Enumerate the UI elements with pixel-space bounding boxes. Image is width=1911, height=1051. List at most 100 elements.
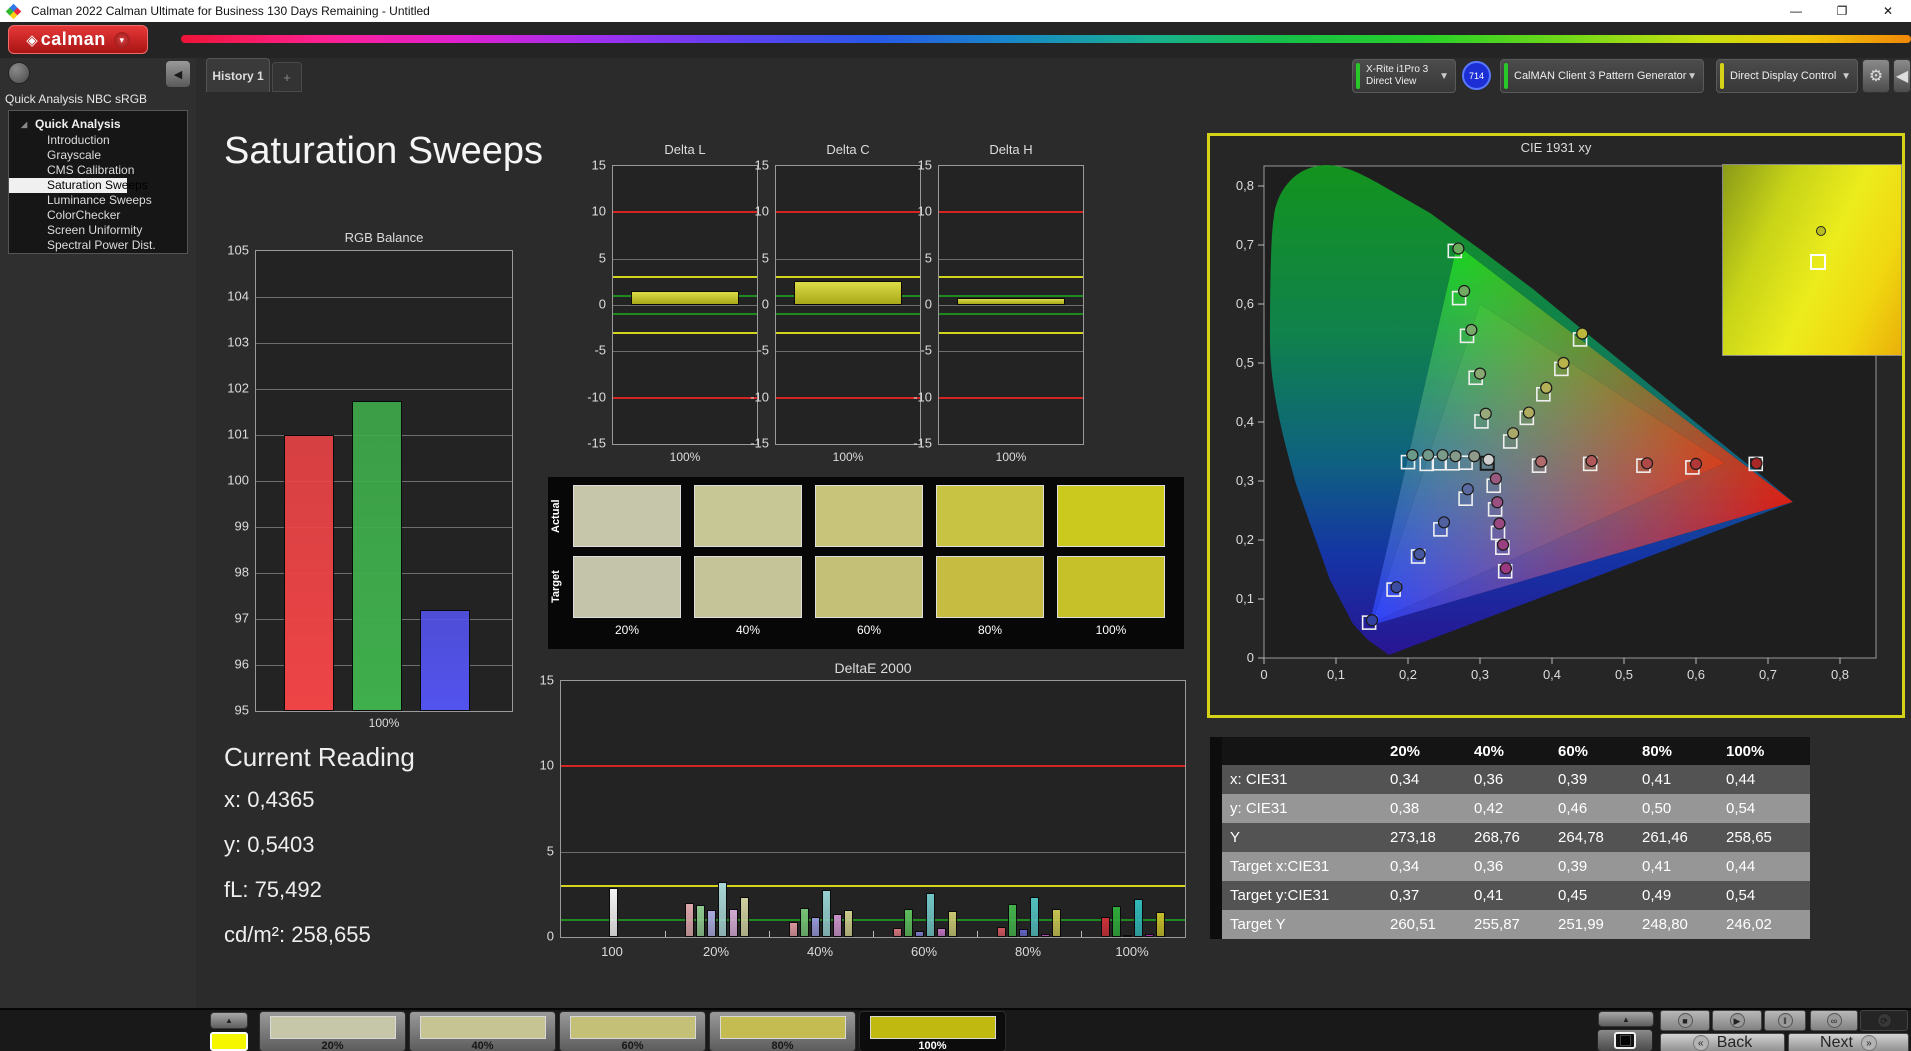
sidebar-item-introduction[interactable]: Introduction <box>9 133 187 148</box>
deltae-ytick: 5 <box>546 843 554 859</box>
table-row-label: Y <box>1230 829 1241 846</box>
pattern-button-40%[interactable]: 40% <box>409 1011 556 1051</box>
red-bar <box>284 435 334 711</box>
sidebar-item-cms-calibration[interactable]: CMS Calibration <box>9 163 187 178</box>
limit-line <box>939 331 1083 334</box>
table-cell: 255,87 <box>1474 916 1520 933</box>
pattern-label: 80% <box>771 1040 794 1051</box>
sidebar-item-screen-uniformity[interactable]: Screen Uniformity <box>9 223 187 238</box>
limit-line <box>939 294 1083 297</box>
sidebar-item-colorchecker[interactable]: ColorChecker <box>9 208 187 223</box>
pattern-button-100%[interactable]: 100% <box>859 1011 1006 1051</box>
stop-icon: ■ <box>1677 1013 1693 1028</box>
sidebar-collapse-button[interactable]: ◀ <box>166 61 190 87</box>
deltae-bar <box>1123 935 1132 937</box>
back-button[interactable]: « Back <box>1660 1033 1785 1051</box>
measured-point <box>1540 381 1553 394</box>
tree-expander-icon[interactable]: ◢ <box>21 120 27 129</box>
delta_h-ytick: -15 <box>913 435 932 451</box>
settings-button[interactable]: ⚙ <box>1862 59 1890 93</box>
delta_h-ytick: 0 <box>924 296 932 312</box>
svg-text:0,2: 0,2 <box>1236 532 1254 547</box>
measured-point <box>1489 472 1502 485</box>
limit-line <box>776 313 920 316</box>
pattern-label: 100% <box>918 1040 947 1051</box>
deltae-bar <box>800 908 809 937</box>
minimize-button[interactable]: — <box>1773 0 1819 22</box>
measured-point <box>1473 367 1487 380</box>
table-cell: 0,42 <box>1474 800 1504 817</box>
delta_l-ytick: -5 <box>594 342 606 358</box>
table-column-header: 20% <box>1390 742 1421 760</box>
svg-text:0,7: 0,7 <box>1759 667 1777 682</box>
display-status-indicator <box>1720 63 1724 89</box>
table-row-label: Target x:CIE31 <box>1230 858 1330 875</box>
tab-history-1[interactable]: History 1 <box>206 58 270 92</box>
calman-diamond-icon: ◈ <box>26 31 38 49</box>
deltae-xtick: 100% <box>1115 944 1149 959</box>
svg-text:0,6: 0,6 <box>1236 296 1254 311</box>
sidebar-item-spectral-power-dist-[interactable]: Spectral Power Dist. <box>9 238 187 253</box>
play-button[interactable]: ▶ <box>1712 1010 1762 1031</box>
pattern-window-expand-button[interactable]: ▲ <box>210 1012 248 1029</box>
measured-point <box>1496 538 1510 551</box>
table-cell: 260,51 <box>1390 916 1436 933</box>
measured-point <box>1413 548 1426 561</box>
svg-text:0,1: 0,1 <box>1327 667 1345 682</box>
current-pattern-swatch[interactable] <box>210 1032 248 1051</box>
delta_h-ytick: 10 <box>917 203 932 219</box>
pattern-button-20%[interactable]: 20% <box>259 1011 406 1051</box>
restore-button[interactable]: ❐ <box>1819 0 1865 22</box>
meter-dropdown[interactable]: X-Rite i1Pro 3 Direct View ▼ <box>1352 59 1456 93</box>
table-cell: 0,41 <box>1474 887 1504 904</box>
current-reading-line: y: 0,5403 <box>224 832 315 857</box>
stop-button[interactable]: ■ <box>1660 1010 1710 1031</box>
add-tab-button[interactable]: + <box>272 62 302 92</box>
chevron-down-icon: ▼ <box>1841 70 1851 82</box>
pattern-button-60%[interactable]: 60% <box>559 1011 706 1051</box>
limit-line <box>561 884 1185 887</box>
limit-line <box>613 313 757 316</box>
pattern-button-80%[interactable]: 80% <box>709 1011 856 1051</box>
cie-zoom-inset <box>1722 164 1902 356</box>
measured-point <box>1522 406 1536 419</box>
table-row: Target x:CIE31 0,34 0,36 0,39 0,41 0,44 <box>1222 852 1810 881</box>
sidebar-item-luminance-sweeps[interactable]: Luminance Sweeps <box>9 193 187 208</box>
meter-count-badge[interactable]: 714 <box>1462 61 1491 90</box>
tree-root-quick-analysis[interactable]: ◢ Quick Analysis <box>9 117 187 133</box>
pattern-patch <box>870 1016 996 1039</box>
panel-collapse-button[interactable]: ◀ <box>1893 59 1911 93</box>
sync-button[interactable]: ⟳ <box>1860 1010 1908 1031</box>
workflow-tree: ◢ Quick Analysis Introduction Grayscale CM… <box>8 110 188 254</box>
sidebar-item-saturation-sweeps[interactable]: Saturation Sweeps <box>9 178 148 193</box>
pattern-stop-button[interactable] <box>1597 1029 1653 1051</box>
axis-tick <box>873 931 874 937</box>
title-bar: Calman 2022 Calman Ultimate for Business… <box>0 0 1911 22</box>
deltae-xtick: 80% <box>1014 944 1042 959</box>
svg-text:0: 0 <box>1247 650 1254 665</box>
table-cell: 0,41 <box>1642 771 1672 788</box>
loop-button[interactable]: ∞ <box>1810 1010 1858 1031</box>
deltae-bar <box>1134 899 1143 937</box>
rgb-ytick: 105 <box>227 242 249 258</box>
transport-expand-button[interactable]: ▲ <box>1598 1011 1654 1027</box>
chevron-down-icon: ▾ <box>113 31 130 48</box>
table-row: Y 273,18 268,76 264,78 261,46 258,65 <box>1222 823 1810 852</box>
source-dropdown[interactable]: CalMAN Client 3 Pattern Generator ▼ <box>1500 59 1704 93</box>
chevron-down-icon: ▼ <box>1687 70 1697 82</box>
display-control-dropdown[interactable]: Direct Display Control ▼ <box>1716 59 1858 93</box>
table-row-label: y: CIE31 <box>1230 800 1288 817</box>
target-swatch-60% <box>815 556 923 618</box>
calman-menu-button[interactable]: ◈ calman ▾ <box>8 25 148 54</box>
table-cell: 0,44 <box>1726 858 1756 875</box>
delta_l-xlabel: 100% <box>669 450 701 464</box>
next-button[interactable]: Next » <box>1788 1033 1909 1051</box>
close-button[interactable]: ✕ <box>1865 0 1911 22</box>
measured-point <box>1576 327 1589 340</box>
svg-text:0,3: 0,3 <box>1471 667 1489 682</box>
table-row: y: CIE31 0,38 0,42 0,46 0,50 0,54 <box>1222 794 1810 823</box>
sidebar-item-grayscale[interactable]: Grayscale <box>9 148 187 163</box>
step-button[interactable]: ‖ <box>1764 1010 1806 1031</box>
chevron-double-right-icon: » <box>1860 1035 1877 1051</box>
sidebar-dot-button[interactable] <box>8 62 30 84</box>
